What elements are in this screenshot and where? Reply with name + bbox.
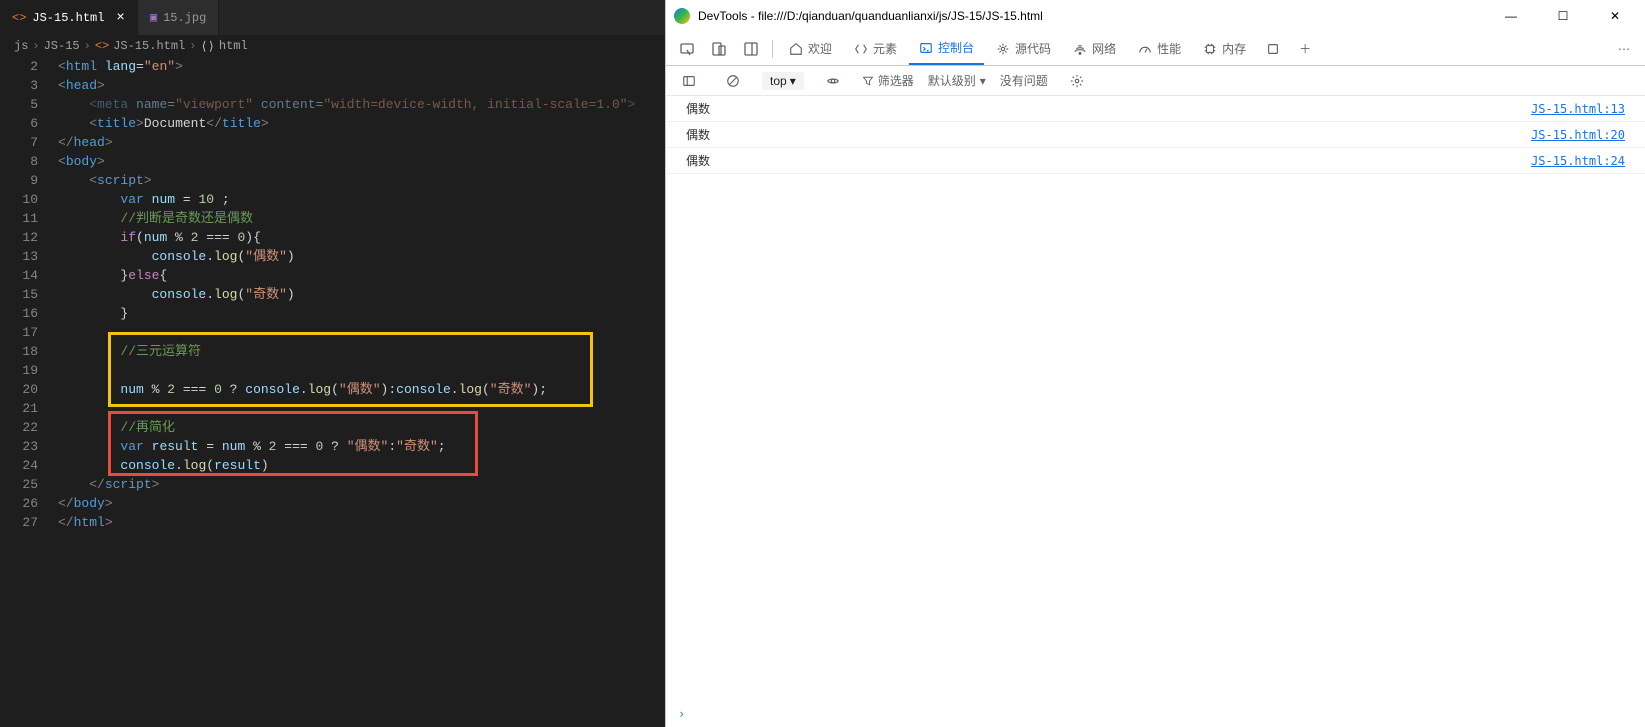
settings-icon[interactable] <box>1062 68 1092 94</box>
window-title: DevTools - file:///D:/qianduan/quanduanl… <box>698 9 1481 23</box>
tab-label: JS-15.html <box>32 11 104 25</box>
filter-input[interactable]: 筛选器 <box>862 72 914 89</box>
edge-logo-icon <box>674 8 690 24</box>
add-tab-icon[interactable]: ＋ <box>1290 36 1320 62</box>
close-icon[interactable]: × <box>116 10 124 26</box>
level-select[interactable]: 默认级别▾ <box>928 72 986 89</box>
editor-tab-active[interactable]: <> JS-15.html × <box>0 0 138 35</box>
dock-icon[interactable] <box>736 36 766 62</box>
sidebar-icon[interactable] <box>674 68 704 94</box>
eye-icon[interactable] <box>818 68 848 94</box>
devtools-tabs: 欢迎 元素 控制台 源代码 网络 性能 内存 ＋ ⋯ <box>666 32 1645 66</box>
console-message: 偶数 <box>686 100 1531 117</box>
image-icon: ▣ <box>150 10 157 25</box>
html-icon: <> <box>95 39 109 53</box>
tab-console[interactable]: 控制台 <box>909 32 984 65</box>
console-message: 偶数 <box>686 152 1531 169</box>
line-gutter: 2356789101112131415161718192021222324252… <box>0 57 58 727</box>
code-area[interactable]: 2356789101112131415161718192021222324252… <box>0 57 665 727</box>
html-icon: <> <box>12 11 26 25</box>
devtools-titlebar: DevTools - file:///D:/qianduan/quanduanl… <box>666 0 1645 32</box>
console-prompt[interactable]: › <box>666 701 1645 727</box>
console-source-link[interactable]: JS-15.html:13 <box>1531 102 1625 116</box>
close-button[interactable]: ✕ <box>1593 1 1637 31</box>
inspect-icon[interactable] <box>672 36 702 62</box>
console-output: 偶数JS-15.html:13偶数JS-15.html:20偶数JS-15.ht… <box>666 96 1645 701</box>
console-source-link[interactable]: JS-15.html:20 <box>1531 128 1625 142</box>
code-editor: <> JS-15.html × ▣ 15.jpg js› JS-15› <> J… <box>0 0 665 727</box>
console-row: 偶数JS-15.html:20 <box>666 122 1645 148</box>
minimize-button[interactable]: — <box>1489 1 1533 31</box>
console-toolbar: top▾ 筛选器 默认级别▾ 没有问题 <box>666 66 1645 96</box>
tab-performance[interactable]: 性能 <box>1128 32 1191 65</box>
console-row: 偶数JS-15.html:24 <box>666 148 1645 174</box>
clear-icon[interactable] <box>718 68 748 94</box>
code-icon: ⟨⟩ <box>200 39 214 54</box>
editor-tabs: <> JS-15.html × ▣ 15.jpg <box>0 0 665 35</box>
tab-elements[interactable]: 元素 <box>844 32 907 65</box>
console-message: 偶数 <box>686 126 1531 143</box>
tab-sources[interactable]: 源代码 <box>986 32 1061 65</box>
tab-network[interactable]: 网络 <box>1063 32 1126 65</box>
device-icon[interactable] <box>704 36 734 62</box>
more-menu-icon[interactable]: ⋯ <box>1609 36 1639 62</box>
devtools-window: DevTools - file:///D:/qianduan/quanduanl… <box>665 0 1645 727</box>
more-tabs-icon[interactable] <box>1258 36 1288 62</box>
console-row: 偶数JS-15.html:13 <box>666 96 1645 122</box>
context-select[interactable]: top▾ <box>762 72 804 90</box>
issues-label: 没有问题 <box>1000 72 1048 89</box>
code-content[interactable]: <html lang="en"><head> <meta name="viewp… <box>58 57 665 727</box>
tab-welcome[interactable]: 欢迎 <box>779 32 842 65</box>
maximize-button[interactable]: ☐ <box>1541 1 1585 31</box>
tab-memory[interactable]: 内存 <box>1193 32 1256 65</box>
editor-tab[interactable]: ▣ 15.jpg <box>138 0 219 35</box>
breadcrumb[interactable]: js› JS-15› <> JS-15.html› ⟨⟩ html <box>0 35 665 57</box>
console-source-link[interactable]: JS-15.html:24 <box>1531 154 1625 168</box>
tab-label: 15.jpg <box>163 11 206 25</box>
